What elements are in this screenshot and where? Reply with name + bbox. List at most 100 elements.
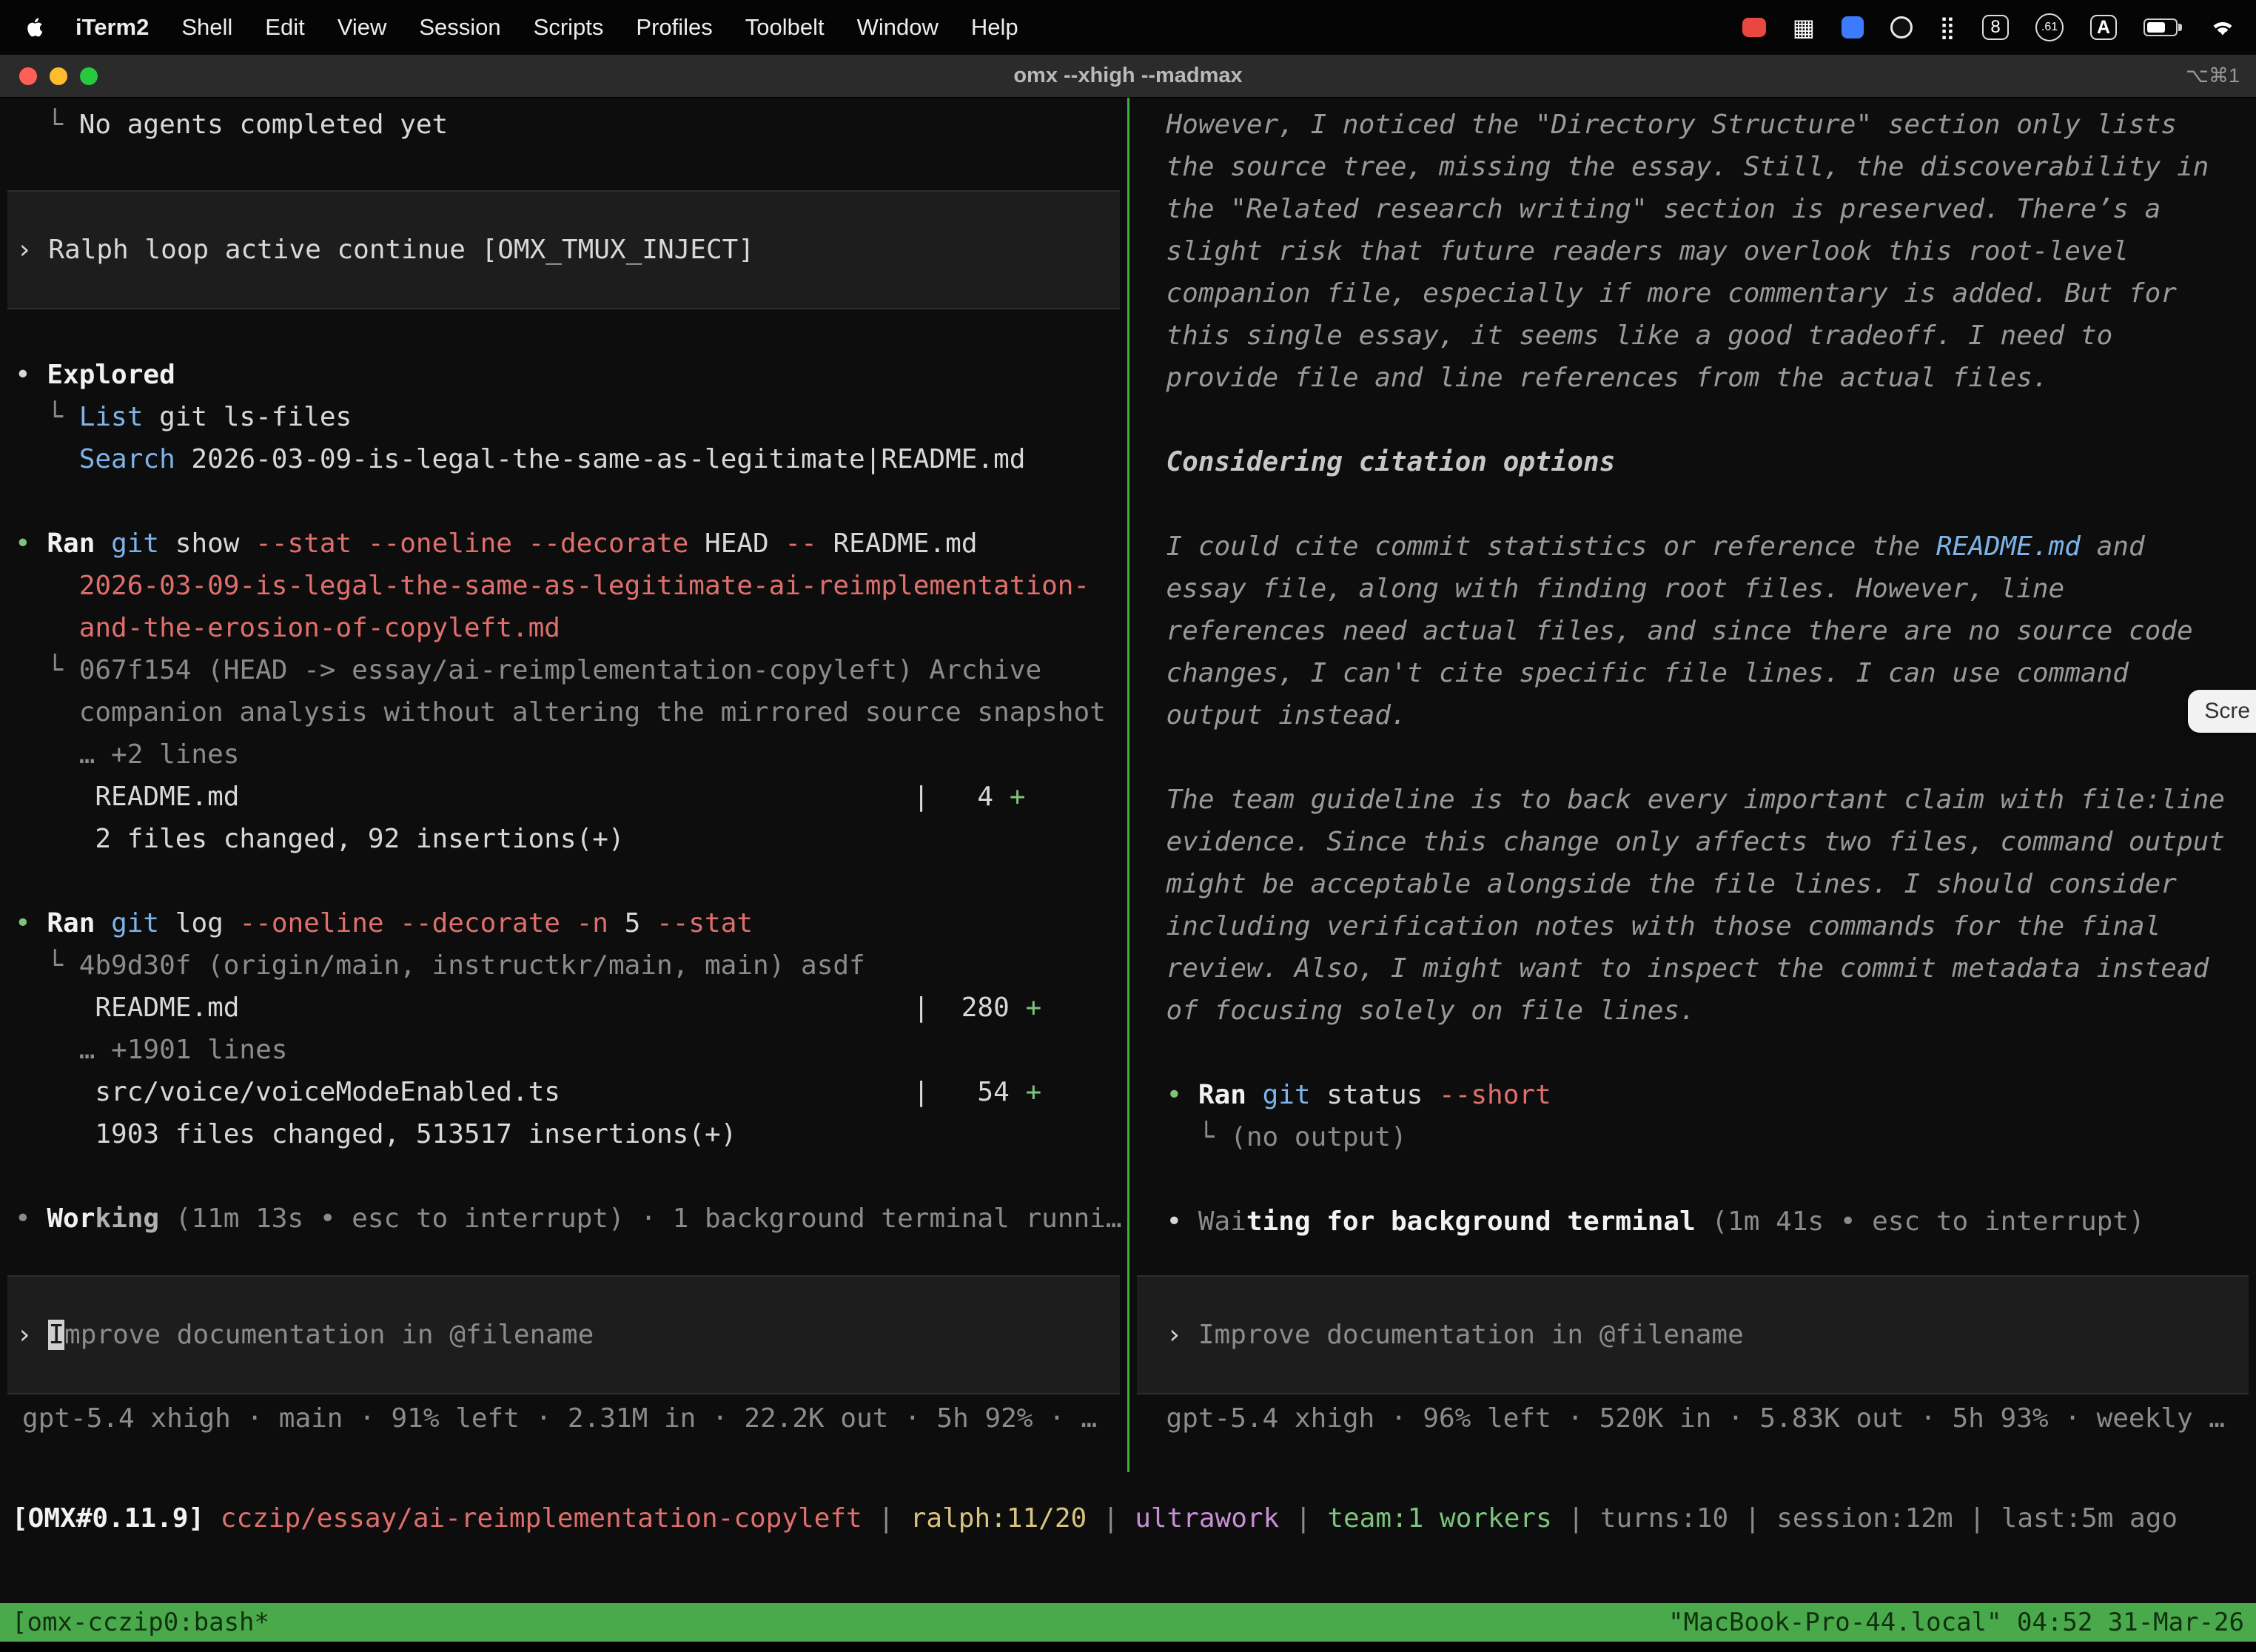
spacer <box>0 309 1127 354</box>
text-segment: • <box>15 1203 47 1234</box>
terminal-line: README.md | 4 + <box>0 776 1127 818</box>
blank-line <box>1129 1158 2256 1201</box>
dots-grid-icon[interactable]: ⣿ <box>1939 15 1955 41</box>
text-segment: -- <box>785 528 816 559</box>
menu-item-toolbelt[interactable]: Toolbelt <box>729 14 841 40</box>
text-segment: show <box>159 528 255 559</box>
text-segment: + <box>1025 993 1041 1023</box>
screen-recording-indicator-icon[interactable] <box>1742 18 1766 37</box>
text-segment: | <box>862 1503 910 1534</box>
blank-line <box>0 480 1127 523</box>
text-segment: HEAD <box>688 528 785 559</box>
text-segment: I could cite commit statistics or refere… <box>1166 531 1936 562</box>
terminal-line: slight risk that future readers may over… <box>1129 230 2256 272</box>
text-segment: Explored <box>47 360 175 390</box>
text-segment: Wai <box>1198 1206 1246 1237</box>
terminal-line: references need actual files, and since … <box>1129 610 2256 652</box>
terminal-line: might be acceptable alongside the file l… <box>1129 863 2256 905</box>
key-8-icon[interactable]: 8 <box>1982 15 2009 40</box>
zoom-window-button[interactable] <box>80 67 98 85</box>
text-segment: king <box>95 1203 159 1234</box>
text-segment: --short <box>1439 1080 1551 1110</box>
battery-icon[interactable] <box>2143 19 2178 36</box>
terminal-line: README.md | 280 + <box>0 987 1127 1029</box>
right-prompt-input[interactable]: › Improve documentation in @filename <box>1137 1314 2249 1356</box>
text-segment: › <box>1166 1320 1198 1350</box>
gauge-icon[interactable]: .61 <box>2035 13 2064 41</box>
terminal-line: └ 067f154 (HEAD -> essay/ai-reimplementa… <box>0 649 1127 691</box>
blank-line <box>0 1155 1127 1198</box>
terminal-line: • Ran git log --oneline --decorate -n 5 … <box>0 902 1127 944</box>
text-segment: changes, I can't cite specific file line… <box>1166 658 2129 688</box>
terminal-line: Considering citation options <box>1129 441 2256 483</box>
tmux-session-label: [omx-cczip0:bash* <box>12 1608 269 1637</box>
text-segment: (11m 13s • esc to interrupt) · 1 backgro… <box>159 1203 1121 1234</box>
text-segment: › Ralph loop active continue [OMX_TMUX_I… <box>16 235 754 265</box>
text-segment: Search <box>79 444 175 474</box>
text-segment: [OMX#0.11.9] <box>12 1503 221 1534</box>
blank-line <box>1129 736 2256 779</box>
menu-item-profiles[interactable]: Profiles <box>620 14 728 40</box>
text-segment: 2026-03-09-is-legal-the-same-as-legitima… <box>175 444 1026 474</box>
menu-item-window[interactable]: Window <box>841 14 955 40</box>
blue-app-icon[interactable] <box>1842 16 1864 38</box>
screen: iTerm2 ShellEditViewSessionScriptsProfil… <box>0 0 2256 1652</box>
dark-circle-app-icon[interactable] <box>1890 16 1913 38</box>
text-segment: of focusing solely on file lines. <box>1166 995 1696 1026</box>
text-segment: the "Related research writing" section i… <box>1166 194 2161 224</box>
text-segment: | <box>1279 1503 1327 1534</box>
menu-item-iterm2[interactable]: iTerm2 <box>59 14 165 41</box>
minimize-window-button[interactable] <box>50 67 67 85</box>
text-segment: Ran <box>47 528 95 559</box>
right-pane-output: However, I noticed the "Directory Struct… <box>1129 98 2256 1275</box>
terminal-line: Search 2026-03-09-is-legal-the-same-as-l… <box>0 438 1127 480</box>
blank-line <box>1129 399 2256 441</box>
input-source-icon[interactable]: A <box>2090 15 2117 40</box>
bottom-gap <box>0 1642 2256 1652</box>
screen-share-overlay-button[interactable]: Scre <box>2188 690 2256 733</box>
menu-item-session[interactable]: Session <box>403 14 517 40</box>
terminal-line: The team guideline is to back every impo… <box>1129 779 2256 821</box>
text-segment: essay file, along with finding root file… <box>1166 574 2065 604</box>
close-window-button[interactable] <box>19 67 37 85</box>
left-prompt-input[interactable]: › Improve documentation in @filename <box>7 1314 1120 1356</box>
text-segment: 2026-03-09-is-legal-the-same-as-legitima… <box>15 571 1090 601</box>
right-pane[interactable]: However, I noticed the "Directory Struct… <box>1129 98 2256 1472</box>
terminal-line: However, I noticed the "Directory Struct… <box>1129 104 2256 146</box>
text-segment: this single essay, it seems like a good … <box>1166 320 2113 351</box>
wifi-icon[interactable] <box>2210 18 2235 37</box>
terminal-line: I could cite commit statistics or refere… <box>1129 526 2256 568</box>
menu-item-view[interactable]: View <box>321 14 403 40</box>
text-segment: ralph:11/20 <box>910 1503 1087 1534</box>
left-input-band[interactable]: › Improve documentation in @filename <box>7 1275 1120 1394</box>
grid-icon[interactable]: ▦ <box>1793 13 1815 41</box>
text-segment: ultrawork <box>1135 1503 1279 1534</box>
window-titlebar[interactable]: omx --xhigh --madmax ⌥⌘1 <box>0 55 2256 98</box>
text-segment: README.md <box>817 528 978 559</box>
text-segment: However, I noticed the "Directory Struct… <box>1166 110 2177 140</box>
apple-menu-icon[interactable] <box>21 16 59 38</box>
text-segment: and <box>2081 531 2145 562</box>
left-pane[interactable]: └ No agents completed yet› Ralph loop ac… <box>0 98 1127 1472</box>
terminal-line: the source tree, missing the essay. Stil… <box>1129 146 2256 188</box>
terminal-line: including verification notes with those … <box>1129 905 2256 947</box>
terminal-line: essay file, along with finding root file… <box>1129 568 2256 610</box>
text-segment: including verification notes with those … <box>1166 911 2161 941</box>
menu-item-scripts[interactable]: Scripts <box>517 14 620 40</box>
tmux-host-clock-label: "MacBook-Pro-44.local" 04:52 31-Mar-26 <box>1668 1608 2244 1637</box>
menu-bar-left: iTerm2 ShellEditViewSessionScriptsProfil… <box>21 14 1035 41</box>
terminal-line: • Waiting for background terminal (1m 41… <box>1129 1201 2256 1243</box>
right-input-band[interactable]: › Improve documentation in @filename <box>1137 1275 2249 1394</box>
text-segment: git ls-files <box>143 402 352 432</box>
menu-item-shell[interactable]: Shell <box>165 14 249 40</box>
terminal-line: … +2 lines <box>0 733 1127 776</box>
terminal-line: src/voice/voiceModeEnabled.ts | 54 + <box>0 1071 1127 1113</box>
window-title: omx --xhigh --madmax <box>0 64 2256 88</box>
menu-item-edit[interactable]: Edit <box>249 14 320 40</box>
text-segment: session:12m <box>1776 1503 1953 1534</box>
text-segment: └ <box>15 655 79 685</box>
menu-item-help[interactable]: Help <box>955 14 1035 40</box>
menu-bar-status-icons: ▦ ⣿ 8 .61 A <box>1742 13 2235 41</box>
terminal[interactable]: └ No agents completed yet› Ralph loop ac… <box>0 98 2256 1652</box>
text-segment: … +1901 lines <box>15 1035 287 1065</box>
